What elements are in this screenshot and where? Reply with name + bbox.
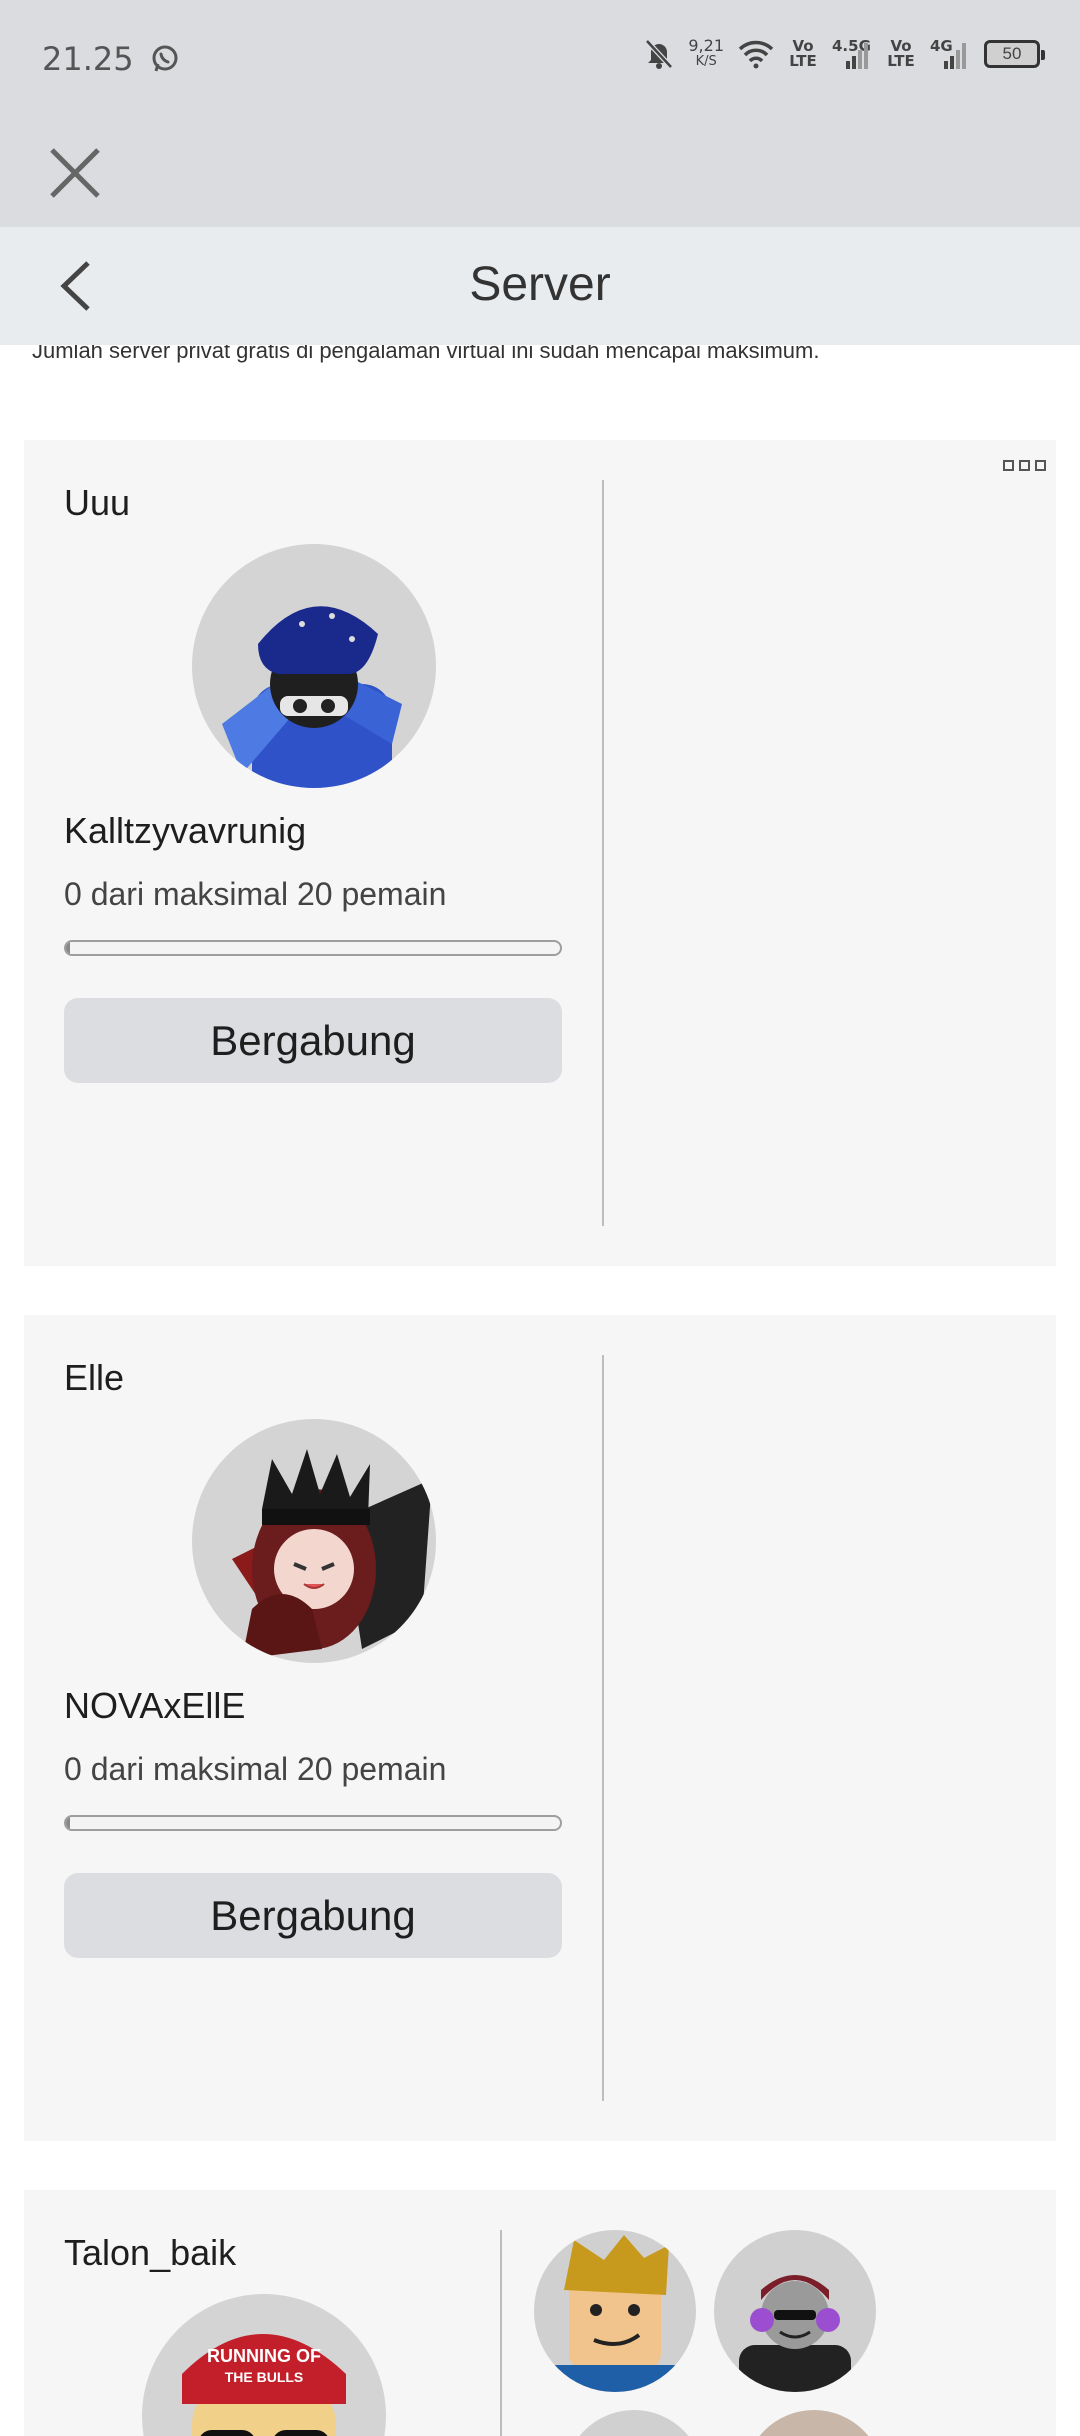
server-card: Talon_baik RUNNING OF THE BULLS <box>24 2190 1056 2436</box>
net-speed: 9,21 K/S <box>688 38 724 70</box>
capacity-progress-bar <box>64 940 562 956</box>
mute-bell-icon <box>645 39 674 69</box>
status-bar: 21.25 9,21 K/S Vo LTE 4.5G Vo LTE 4G 50 <box>0 0 1080 120</box>
player-avatar[interactable] <box>714 2230 876 2392</box>
signal-icon <box>846 43 868 69</box>
owner-name: Kalltzyvavrunig <box>64 810 307 851</box>
avatar-image <box>554 2235 676 2392</box>
net-speed-unit: K/S <box>695 54 717 69</box>
server-name: Uuu <box>64 482 131 523</box>
owner-avatar[interactable] <box>192 544 436 788</box>
owner-avatar[interactable] <box>192 1419 436 1663</box>
status-icons: 9,21 K/S Vo LTE 4.5G Vo LTE 4G 50 <box>644 37 1045 70</box>
capacity-progress-fill <box>66 942 70 954</box>
sim2-volte: Vo LTE <box>887 37 915 70</box>
wifi-icon <box>738 40 774 69</box>
sim1-volte: Vo LTE <box>789 37 817 70</box>
capacity-progress-fill <box>66 1817 70 1829</box>
header-overlay: Server <box>0 227 1080 345</box>
owner-name: NOVAxEllE <box>64 1685 246 1726</box>
server-name: Elle <box>64 1357 125 1398</box>
avatar-image <box>222 606 402 788</box>
clock: 21.25 <box>42 40 134 78</box>
signal-icon <box>944 43 966 69</box>
more-options-button[interactable] <box>1003 460 1046 471</box>
net-speed-value: 9,21 <box>688 36 724 55</box>
hat-lettering: THE BULLS <box>225 2369 304 2385</box>
page-title: Server <box>469 258 611 311</box>
close-icon[interactable] <box>46 144 104 202</box>
avatar-image <box>739 2275 851 2392</box>
player-avatar[interactable] <box>744 2410 884 2436</box>
player-capacity: 0 dari maksimal 20 pemain <box>64 1751 447 1787</box>
server-card: Elle NOVAxEllE 0 dari maksimal 20 pemain… <box>24 1315 1056 2141</box>
join-button[interactable]: Bergabung <box>64 1873 562 1958</box>
battery-level: 50 <box>1002 44 1022 63</box>
close-bar <box>0 120 1080 227</box>
sim1-signal: 4.5G <box>832 39 872 69</box>
player-avatar[interactable] <box>564 2410 704 2436</box>
sim2-signal: 4G <box>930 39 970 69</box>
status-time: 21.25 <box>42 40 180 78</box>
card-divider <box>500 2230 502 2436</box>
hat-lettering: RUNNING OF <box>207 2346 321 2366</box>
battery-icon: 50 <box>984 40 1045 68</box>
join-button[interactable]: Bergabung <box>64 998 562 1083</box>
avatar-image <box>232 1449 432 1659</box>
capacity-progress-bar <box>64 1815 562 1831</box>
player-capacity: 0 dari maksimal 20 pemain <box>64 876 447 912</box>
avatar-image: RUNNING OF THE BULLS <box>182 2334 346 2436</box>
player-avatar[interactable] <box>534 2230 696 2392</box>
owner-avatar[interactable]: RUNNING OF THE BULLS <box>142 2294 386 2436</box>
card-divider <box>602 480 604 1226</box>
whatsapp-icon <box>152 45 178 72</box>
card-divider <box>602 1355 604 2101</box>
server-name: Talon_baik <box>64 2232 237 2273</box>
server-card: Uuu Kalltzyvavrunig 0 dari maksimal 20 p… <box>24 440 1056 1266</box>
